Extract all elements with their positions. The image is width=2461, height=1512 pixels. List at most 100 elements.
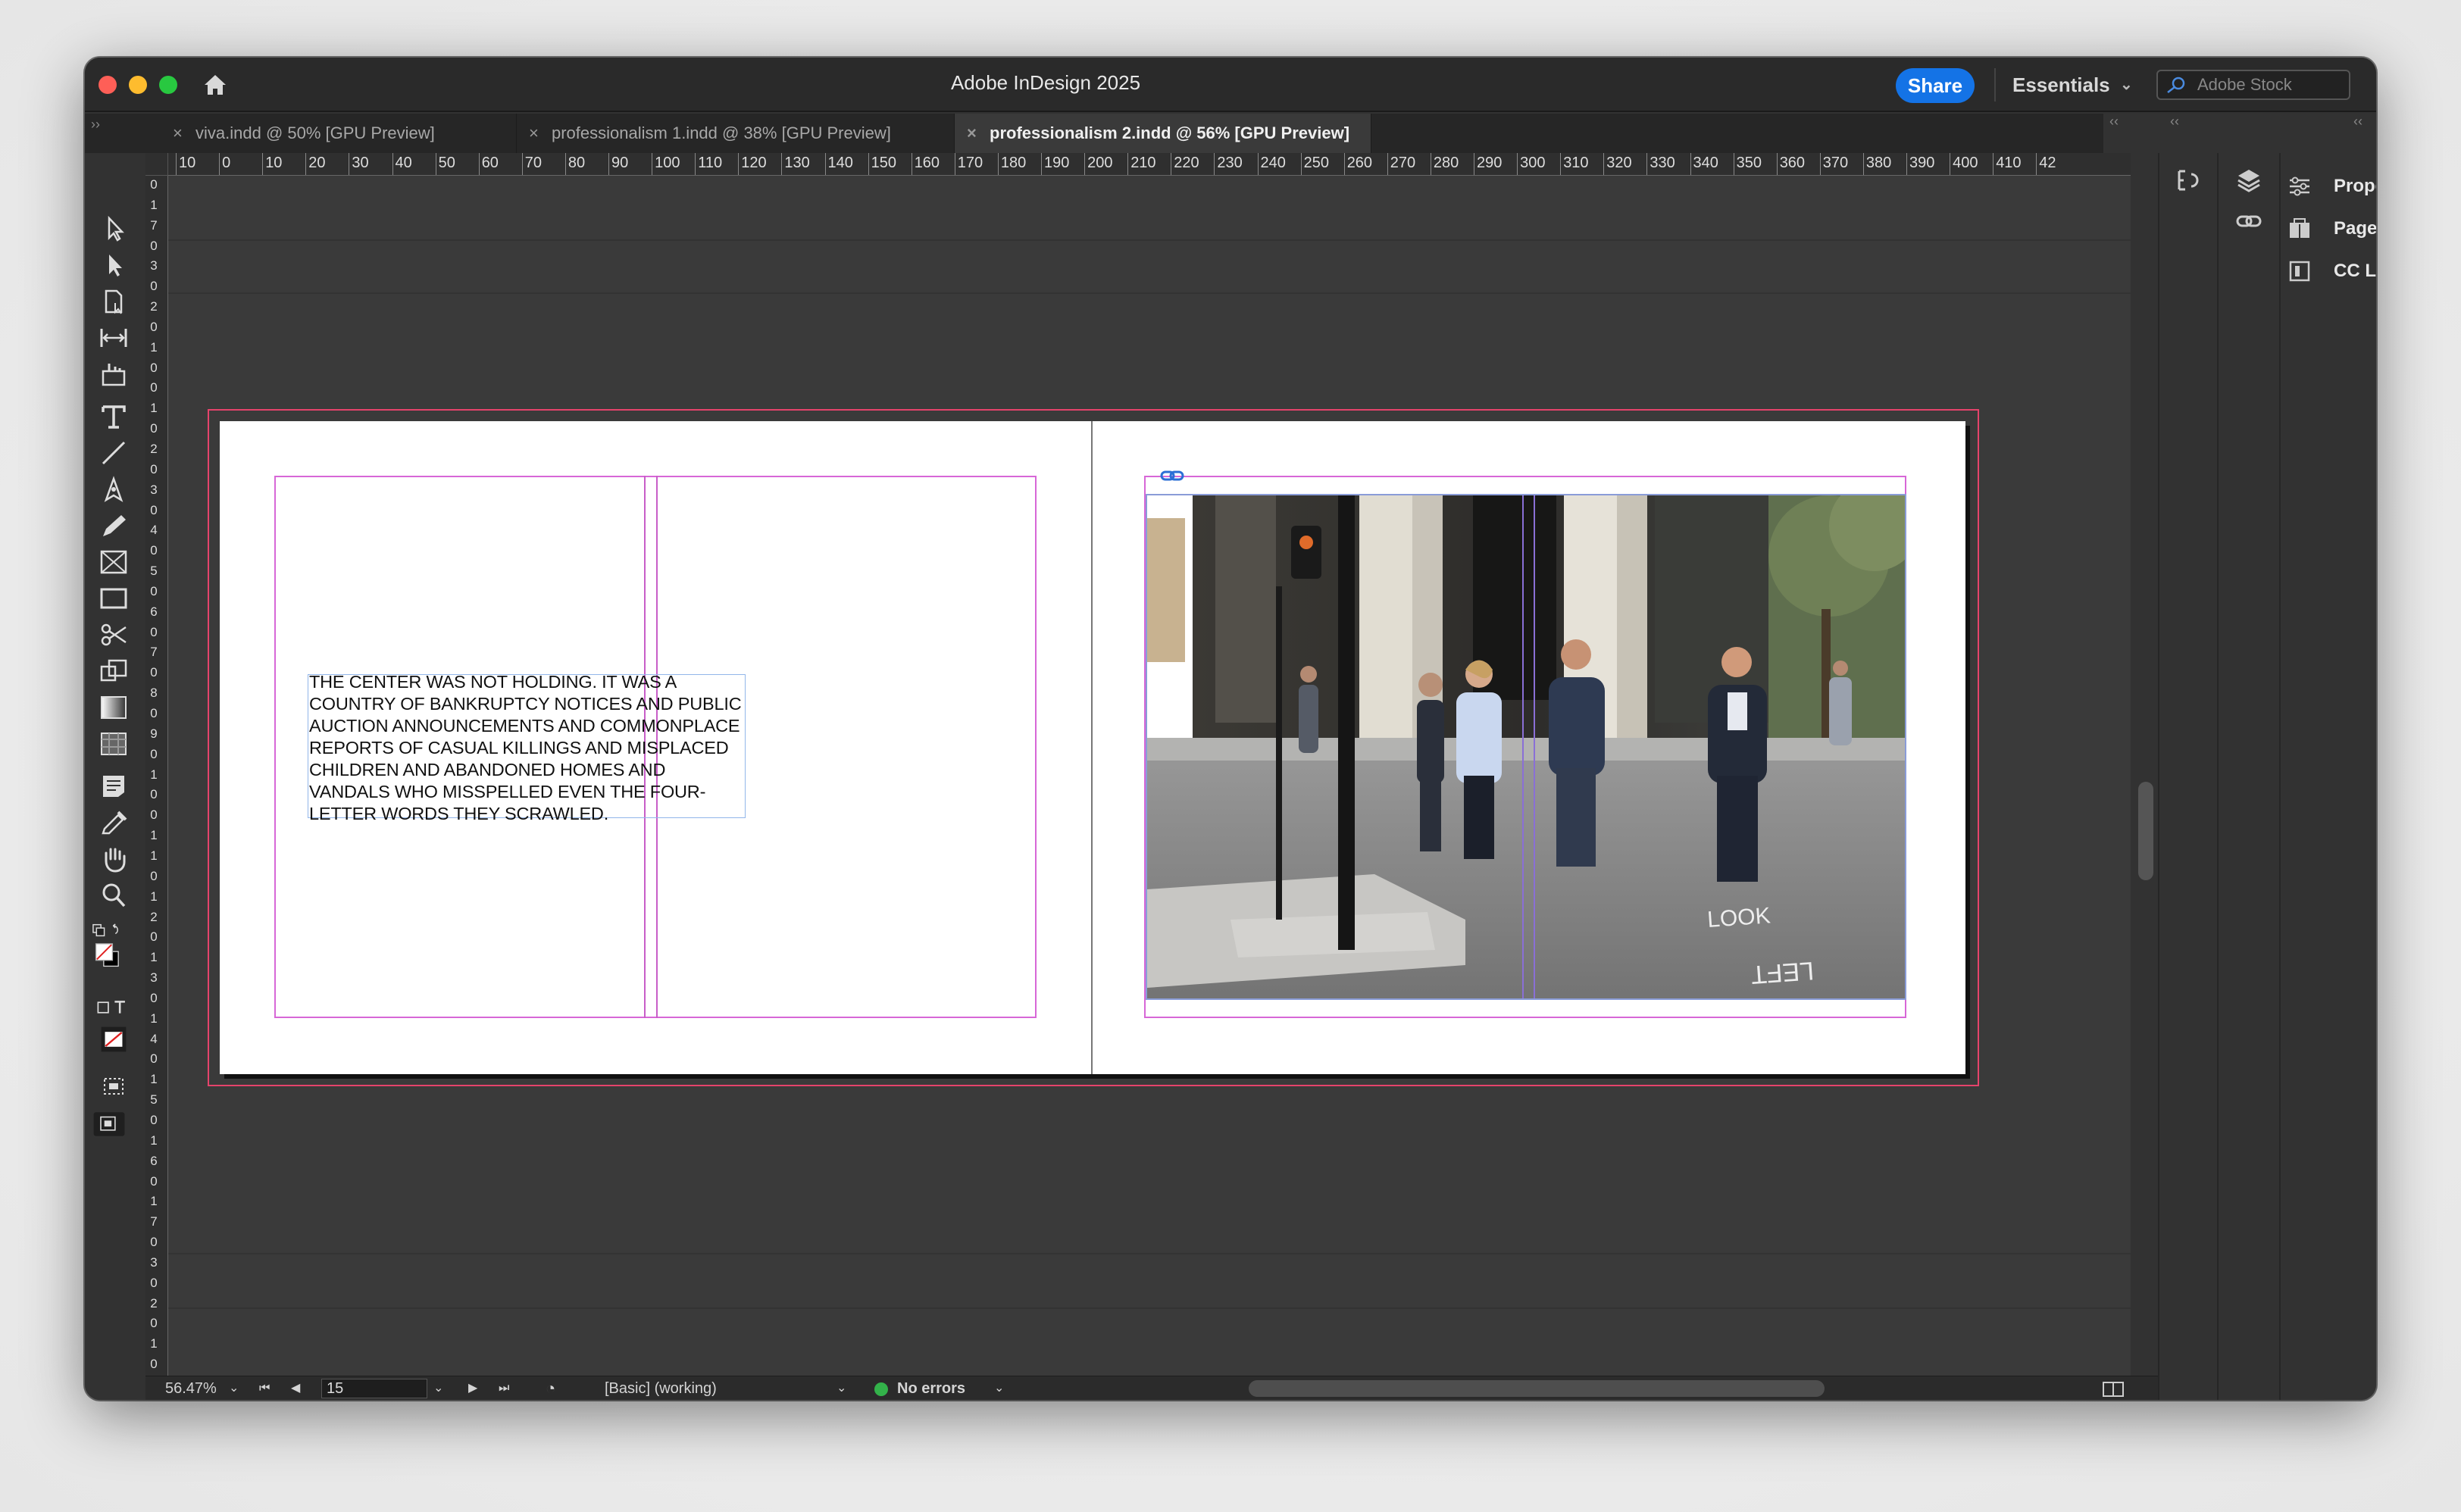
preview-mode-icon[interactable] (92, 1111, 135, 1144)
horizontal-ruler[interactable]: 10 0 10 20 30 40 50 60 70 80 90 100 110 120 130 140 150 1… (168, 153, 2131, 176)
ruler-label: 1 (150, 1132, 158, 1148)
ruler-label: 320 (1606, 155, 1632, 171)
vertical-scrollbar[interactable] (2132, 176, 2158, 1376)
chevron-down-icon[interactable]: ⌄ (994, 1376, 1004, 1400)
tab-professionalism-2[interactable]: × professionalism 2.indd @ 56% [GPU Prev… (955, 114, 1371, 153)
ruler-label: 3 (150, 258, 158, 273)
last-page-icon[interactable]: ⏭ (499, 1376, 509, 1400)
ruler-tick (478, 153, 480, 175)
zoom-tool-icon[interactable] (97, 882, 130, 909)
direct-selection-tool-icon[interactable] (97, 251, 130, 279)
ruler-origin[interactable] (145, 153, 168, 176)
next-page-icon[interactable]: ▶ (468, 1376, 477, 1400)
tab-professionalism-1[interactable]: × professionalism 1.indd @ 38% [GPU Prev… (517, 114, 955, 153)
layers-icon[interactable] (2235, 167, 2262, 194)
rectangle-tool-icon[interactable] (97, 585, 130, 612)
ruler-label: 330 (1650, 155, 1675, 171)
pen-tool-icon[interactable] (97, 476, 130, 503)
page-tool-icon[interactable] (97, 288, 130, 315)
split-view-icon[interactable] (2102, 1381, 2125, 1398)
preflight-profile[interactable]: [Basic] (working) (605, 1376, 717, 1400)
ruler-tick (305, 153, 307, 175)
line-tool-icon[interactable] (97, 439, 130, 467)
ruler-label: 1 (150, 197, 158, 212)
ruler-label: 210 (1130, 155, 1156, 171)
close-icon[interactable]: × (529, 114, 539, 153)
link-icon[interactable] (1159, 468, 1185, 483)
ruler-label: 7 (150, 1214, 158, 1229)
pencil-tool-icon[interactable] (97, 512, 130, 539)
properties-icon (2290, 177, 2309, 196)
horizontal-scroll-thumb[interactable] (1249, 1380, 1825, 1397)
gap-tool-icon[interactable] (97, 324, 130, 351)
ruler-label: 7 (150, 217, 158, 233)
ruler-label: 40 (395, 155, 412, 171)
type-tool-icon[interactable] (97, 403, 130, 430)
tab-viva[interactable]: × viva.indd @ 50% [GPU Preview] (161, 114, 517, 153)
preflight-status[interactable]: No errors (897, 1376, 965, 1400)
ruler-label: 70 (524, 155, 543, 171)
page-dropdown-icon[interactable]: ⌄ (433, 1376, 443, 1400)
rectangle-frame-tool-icon[interactable] (97, 548, 130, 576)
close-icon[interactable]: × (967, 114, 977, 153)
preflight-spinner-icon[interactable]: ◔ (546, 1376, 555, 1400)
ruler-label: 350 (1736, 155, 1762, 171)
first-page-icon[interactable]: ⏮ (259, 1376, 270, 1400)
text-wrap-icon[interactable] (2175, 167, 2202, 194)
chevron-down-icon[interactable]: ⌄ (836, 1376, 846, 1400)
zoom-level[interactable]: 56.47% (165, 1376, 217, 1400)
ruler-tick (219, 153, 220, 175)
collapse-panel-icon[interactable]: ‹‹ (2170, 114, 2179, 130)
ruler-label: 0 (150, 624, 158, 639)
formatting-container-icon[interactable] (95, 994, 135, 1017)
ruler-label: 0 (150, 238, 158, 253)
chevron-down-icon[interactable]: ⌄ (229, 1376, 239, 1400)
page-spread[interactable]: THE CENTER WAS NOT HOLDING. IT WAS A COU… (220, 421, 1965, 1074)
ruler-tick (824, 153, 826, 175)
adobe-stock-search[interactable]: Adobe Stock (2156, 70, 2350, 100)
street-crossing-photo: LOOK LEFT (1147, 495, 1905, 998)
ruler-tick (564, 153, 566, 175)
ruler-label: 6 (150, 604, 158, 619)
ruler-label: 0 (150, 502, 158, 517)
ruler-label: 4 (150, 1031, 158, 1046)
collapsed-panel-dock (2217, 153, 2279, 1400)
page-number-field[interactable]: 15 (321, 1379, 427, 1398)
fill-stroke-swatch-icon[interactable] (91, 941, 133, 983)
placed-photo-frame[interactable]: LOOK LEFT (1146, 494, 1906, 1000)
vertical-scroll-thumb[interactable] (2138, 782, 2153, 880)
ruler-label: 0 (150, 1051, 158, 1067)
note-tool-icon[interactable] (97, 773, 130, 800)
screen-mode-icon[interactable] (97, 1073, 130, 1100)
share-button[interactable]: Share (1896, 68, 1975, 103)
ruler-label: 0 (150, 1275, 158, 1290)
search-placeholder: Adobe Stock (2197, 75, 2292, 94)
content-collector-icon[interactable] (97, 361, 130, 388)
ruler-label: 0 (150, 787, 158, 802)
gradient-swatch-tool-icon[interactable] (97, 694, 130, 721)
pasteboard[interactable]: THE CENTER WAS NOT HOLDING. IT WAS A COU… (168, 176, 2131, 1376)
collapse-panel-icon[interactable]: ‹‹ (2353, 114, 2362, 130)
vertical-ruler[interactable]: 0 1 7 0 3 0 2 0 1 0 0 1 0 2 0 3 0 4 0 5 0 6 0 7 0 8 0 9 0 1 0 0 1 1 0 1 2 0 1 3… (145, 176, 168, 1376)
close-icon[interactable]: × (173, 114, 183, 153)
collapse-toolbox-icon[interactable]: ›› (91, 117, 100, 133)
ruler-label: 0 (222, 155, 231, 171)
ruler-label: 2 (150, 909, 158, 924)
collapse-panel-icon[interactable]: ‹‹ (2109, 114, 2119, 130)
tab-label: viva.indd @ 50% [GPU Preview] (195, 123, 435, 142)
hand-tool-icon[interactable] (97, 845, 130, 873)
ruler-label: 7 (150, 645, 158, 660)
scissors-tool-icon[interactable] (97, 621, 130, 648)
workspace-switcher[interactable]: Essentials ⌄ (2002, 71, 2133, 98)
panel-label: Pages (2334, 218, 2376, 239)
default-colors-icon[interactable] (91, 917, 136, 938)
links-icon[interactable] (2235, 208, 2262, 235)
ruler-label: 370 (1822, 155, 1849, 171)
apply-none-icon[interactable] (97, 1026, 130, 1059)
selection-tool-icon[interactable] (97, 215, 130, 242)
previous-page-icon[interactable]: ◀ (291, 1376, 300, 1400)
free-transform-tool-icon[interactable] (97, 658, 130, 685)
body-text[interactable]: THE CENTER WAS NOT HOLDING. IT WAS A COU… (309, 671, 749, 825)
gradient-feather-tool-icon[interactable] (97, 730, 130, 758)
eyedropper-tool-icon[interactable] (97, 809, 130, 836)
